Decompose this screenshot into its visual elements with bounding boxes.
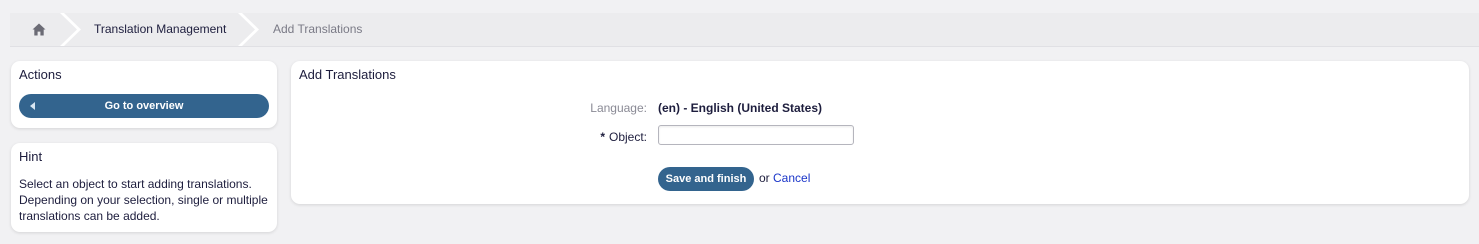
breadcrumb-separator-icon (60, 13, 81, 46)
save-and-finish-button[interactable]: Save and finish (658, 167, 754, 191)
hint-text: Select an object to start adding transla… (19, 177, 268, 223)
breadcrumb-item-add-translations: Add Translations (273, 22, 363, 36)
breadcrumb-separator-icon (238, 13, 259, 46)
language-value: (en) - English (United States) (658, 101, 823, 115)
required-marker: * (600, 130, 605, 144)
add-translations-panel: Add Translations Language: (en) - Englis… (291, 61, 1469, 204)
page-title: Add Translations (299, 67, 396, 82)
cancel-link[interactable]: Cancel (773, 171, 810, 185)
go-to-overview-button[interactable]: Go to overview (19, 94, 269, 118)
or-text: or (759, 171, 770, 185)
home-icon[interactable] (32, 23, 46, 36)
language-label: Language: (590, 101, 647, 115)
object-label: Object: (608, 130, 647, 144)
caret-left-icon (30, 102, 35, 110)
actions-title: Actions (19, 67, 62, 82)
breadcrumb-item-translation-management[interactable]: Translation Management (94, 13, 226, 46)
hint-panel: Hint Select an object to start adding tr… (11, 143, 277, 232)
hint-title: Hint (19, 149, 43, 164)
object-field[interactable] (658, 125, 854, 145)
object-label-row: * Object: (600, 130, 647, 144)
actions-panel: Actions Go to overview (11, 61, 277, 128)
go-to-overview-label: Go to overview (104, 100, 184, 112)
breadcrumb: Translation Management Add Translations (10, 13, 1479, 47)
